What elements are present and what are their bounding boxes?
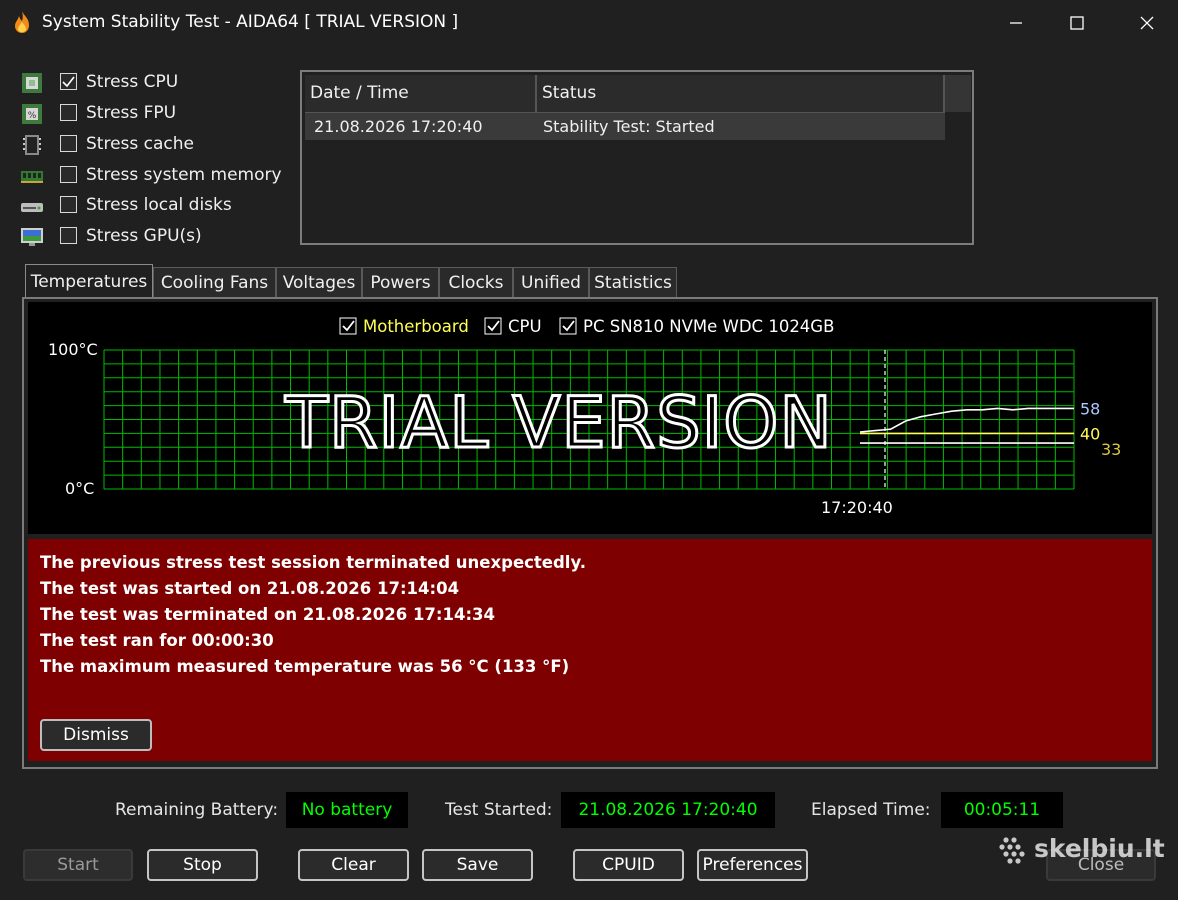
stress-cpu-option[interactable]: Stress CPU (20, 71, 290, 95)
minimize-button[interactable] (996, 8, 1036, 38)
cpuid-button[interactable]: CPUID (573, 849, 684, 881)
cache-icon (23, 135, 41, 155)
stress-cache-checkbox[interactable] (60, 135, 77, 152)
tab-unified[interactable]: Unified (513, 267, 589, 297)
elapsed-time-label: Elapsed Time: (811, 800, 931, 820)
maximize-button[interactable] (1057, 8, 1097, 38)
maximize-icon (1070, 16, 1084, 30)
gpu-monitor-icon (21, 228, 43, 246)
site-watermark: skelbiu.lt (996, 832, 1166, 866)
stress-fpu-label: Stress FPU (86, 103, 177, 123)
stress-fpu-option[interactable]: % Stress FPU (20, 102, 290, 126)
checkmark-icon (62, 76, 75, 88)
log-header: Date / Time Status (305, 75, 945, 113)
cpu-value-label: 58 (1080, 399, 1100, 418)
series-line-cpu (859, 407, 1074, 433)
window-title: System Stability Test - AIDA64 [ TRIAL V… (42, 12, 459, 32)
stress-fpu-checkbox[interactable] (60, 104, 77, 121)
y-axis-bottom-label: 0°C (65, 479, 94, 498)
stress-cache-label: Stress cache (86, 134, 194, 154)
trial-version-watermark: TRIAL VERSION (284, 382, 832, 464)
stress-memory-label: Stress system memory (86, 165, 282, 185)
legend-checkbox (559, 317, 577, 335)
column-header-status[interactable]: Status (542, 83, 596, 103)
start-button[interactable]: Start (23, 849, 133, 881)
legend-label: PC SN810 NVMe WDC 1024GB (583, 317, 834, 336)
stop-button[interactable]: Stop (147, 849, 258, 881)
legend-checkbox (484, 317, 502, 335)
stress-disks-option[interactable]: Stress local disks (20, 194, 290, 218)
log-datetime-cell: 21.08.2026 17:20:40 (314, 117, 483, 136)
fpu-chip-icon: % (22, 104, 42, 124)
stress-disks-checkbox[interactable] (60, 196, 77, 213)
save-button[interactable]: Save (422, 849, 533, 881)
temperature-chart: TRIAL VERSION 100°C 0°C 17:20:40 58 40 33 Mothe… (28, 302, 1152, 534)
alert-line: The test was started on 21.08.2026 17:14… (40, 579, 460, 598)
table-row[interactable]: 21.08.2026 17:20:40 Stability Test: Star… (305, 113, 945, 140)
memory-module-icon (21, 171, 43, 183)
flame-icon (15, 11, 29, 33)
close-icon (1140, 16, 1154, 30)
battery-value: No battery (286, 792, 408, 828)
dots-logo-icon (999, 837, 1025, 864)
stress-gpu-checkbox[interactable] (60, 227, 77, 244)
stress-gpu-option[interactable]: Stress GPU(s) (20, 225, 290, 249)
tab-clocks[interactable]: Clocks (439, 267, 513, 297)
event-log-table[interactable]: Date / Time Status 21.08.2026 17:20:40 S… (300, 70, 974, 245)
minimize-icon (1010, 22, 1022, 24)
test-started-label: Test Started: (445, 800, 553, 820)
log-status-cell: Stability Test: Started (543, 117, 715, 136)
log-header-gutter (945, 75, 971, 112)
stress-gpu-label: Stress GPU(s) (86, 226, 202, 246)
battery-label: Remaining Battery: (115, 800, 279, 820)
tab-cooling-fans[interactable]: Cooling Fans (153, 267, 276, 297)
legend-checkbox (339, 317, 357, 335)
time-marker-label: 17:20:40 (821, 498, 893, 517)
motherboard-value-label: 40 (1080, 424, 1100, 443)
alert-line: The test was terminated on 21.08.2026 17… (40, 605, 496, 624)
previous-session-alert: The previous stress test session termina… (28, 539, 1152, 761)
clear-button[interactable]: Clear (298, 849, 409, 881)
column-header-datetime[interactable]: Date / Time (310, 83, 409, 103)
close-window-button[interactable] (1127, 8, 1167, 38)
alert-line: The previous stress test session termina… (40, 553, 586, 572)
svg-text:%: % (28, 111, 37, 121)
dismiss-button[interactable]: Dismiss (40, 719, 152, 751)
tab-temperatures[interactable]: Temperatures (25, 264, 153, 299)
y-axis-top-label: 100°C (48, 340, 98, 359)
title-bar: System Stability Test - AIDA64 [ TRIAL V… (0, 0, 1178, 46)
legend-label: Motherboard (363, 317, 469, 336)
stress-memory-checkbox[interactable] (60, 166, 77, 183)
elapsed-time-value: 00:05:11 (941, 792, 1063, 828)
cpu-chip-icon (22, 73, 42, 93)
stress-cpu-label: Stress CPU (86, 72, 179, 92)
column-divider[interactable] (535, 75, 537, 112)
legend-label: CPU (508, 317, 542, 336)
test-started-value: 21.08.2026 17:20:40 (561, 792, 775, 828)
alert-line: The test ran for 00:00:30 (40, 631, 274, 650)
watermark-text: skelbiu.lt (1034, 834, 1165, 863)
preferences-button[interactable]: Preferences (697, 849, 808, 881)
stress-cache-option[interactable]: Stress cache (20, 133, 290, 157)
alert-line: The maximum measured temperature was 56 … (40, 657, 570, 676)
nvme-value-label: 33 (1101, 440, 1121, 459)
stress-disks-label: Stress local disks (86, 195, 232, 215)
tab-statistics[interactable]: Statistics (589, 267, 677, 297)
stress-cpu-checkbox[interactable] (60, 73, 77, 90)
disk-drive-icon (21, 203, 43, 212)
tab-powers[interactable]: Powers (362, 267, 439, 297)
tab-voltages[interactable]: Voltages (276, 267, 362, 297)
stress-memory-option[interactable]: Stress system memory (20, 164, 290, 188)
temperature-chart-svg: TRIAL VERSION 100°C 0°C 17:20:40 58 4033 Mothe… (48, 317, 1121, 517)
